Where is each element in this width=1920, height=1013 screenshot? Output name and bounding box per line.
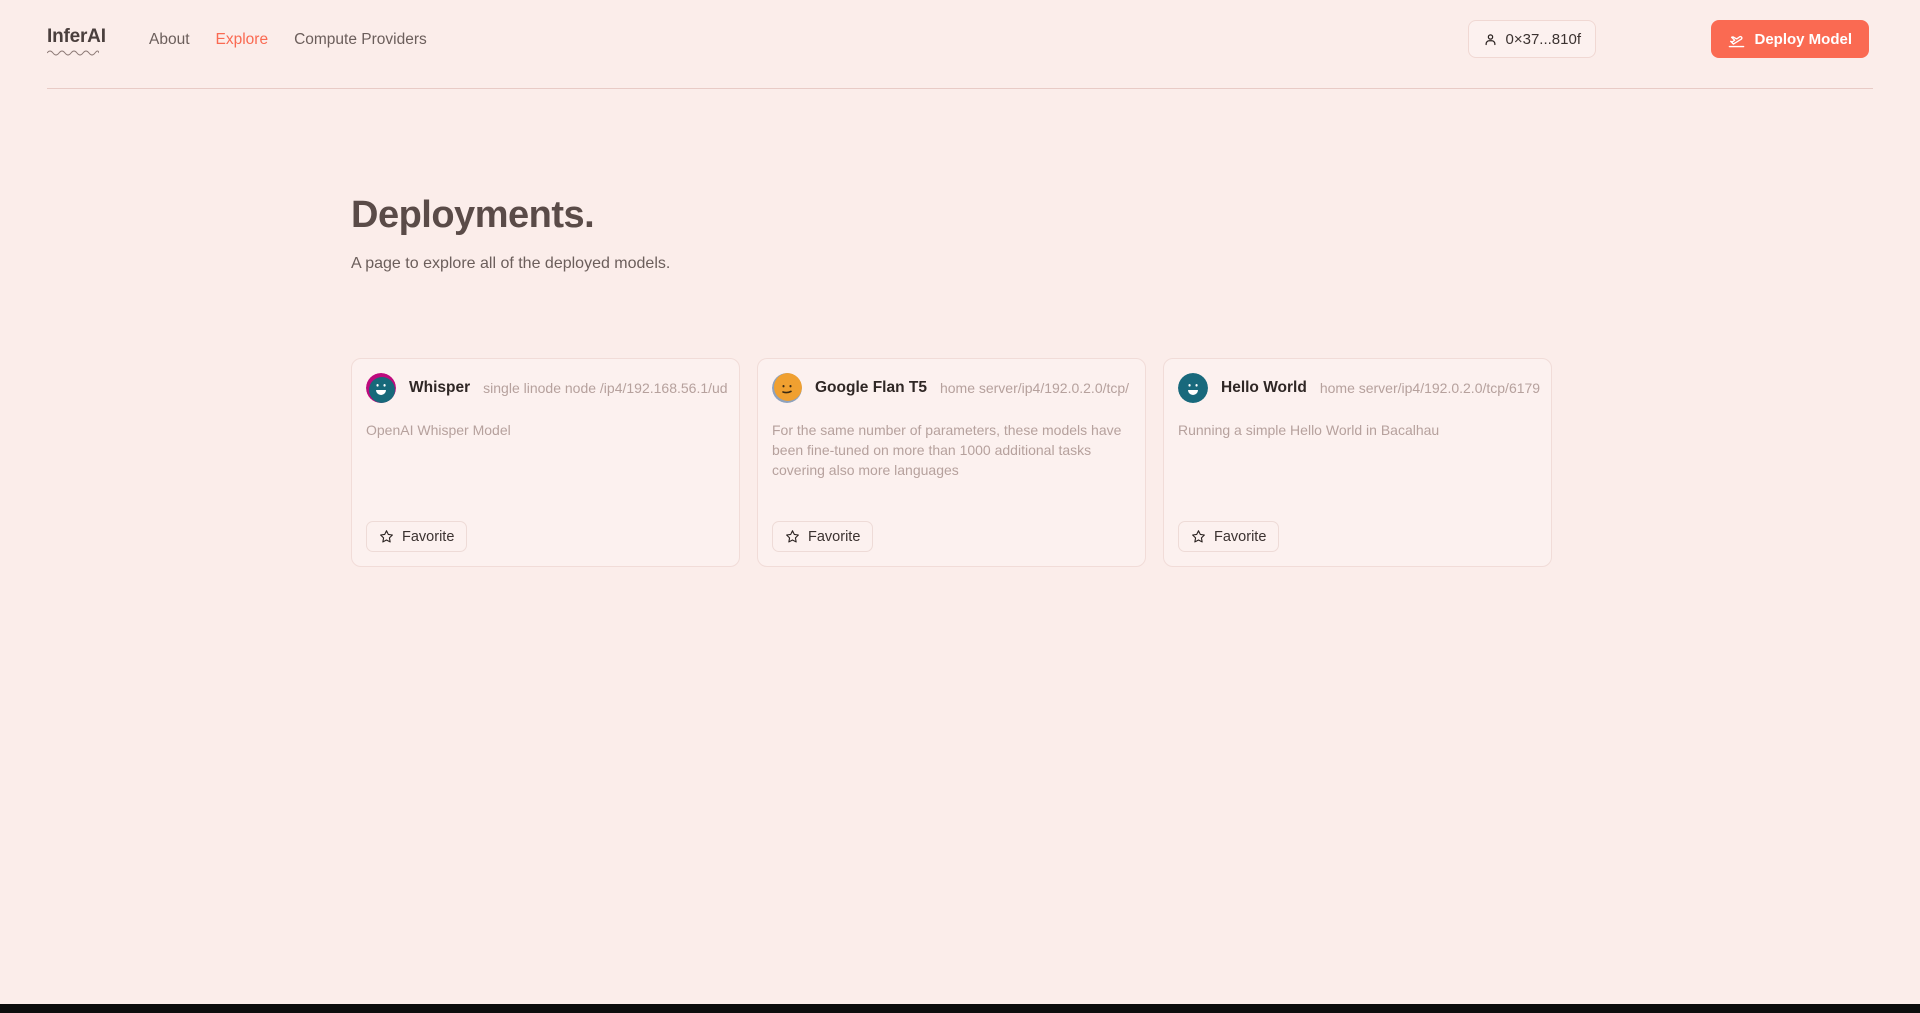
card-header: Hello World home server/ip4/192.0.2.0/tc… [1164, 359, 1551, 403]
whisper-avatar [366, 373, 396, 403]
card-address: single linode node /ip4/192.168.56.1/ud [483, 380, 728, 396]
brand-logo-text: InferAI [47, 26, 106, 47]
deployment-card[interactable]: Hello World home server/ip4/192.0.2.0/tc… [1163, 358, 1552, 567]
browser-bottom-edge [0, 1004, 1920, 1013]
deployment-card-list: Whisper single linode node /ip4/192.168.… [351, 358, 1552, 567]
star-icon [1192, 530, 1205, 543]
card-title: Google Flan T5 [815, 379, 927, 396]
favorite-button[interactable]: Favorite [772, 521, 874, 552]
page-header: Deployments. A page to explore all of th… [351, 193, 670, 275]
brand-logo[interactable]: InferAI [47, 26, 106, 56]
hello-world-avatar [1178, 373, 1208, 403]
star-icon [380, 530, 393, 543]
nav-link-about[interactable]: About [136, 30, 203, 50]
star-icon [786, 530, 799, 543]
card-address: home server/ip4/192.0.2.0/tcp/6179 [1319, 380, 1541, 396]
wavy-underline-icon [47, 50, 99, 56]
favorite-button[interactable]: Favorite [1178, 521, 1280, 552]
favorite-label: Favorite [808, 528, 861, 545]
page-root: InferAI About Explore Compute Providers … [0, 0, 1920, 1013]
card-description: Running a simple Hello World in Bacalhau [1178, 422, 1440, 438]
plane-takeoff-icon [1729, 35, 1745, 47]
card-header: Google Flan T5 home server/ip4/192.0.2.0… [758, 359, 1145, 403]
favorite-button[interactable]: Favorite [366, 521, 468, 552]
nav-links: About Explore Compute Providers [136, 30, 440, 50]
top-navigation-bar: InferAI About Explore Compute Providers … [0, 0, 1920, 89]
page-subtitle: A page to explore all of the deployed mo… [351, 255, 671, 272]
card-description: For the same number of parameters, these… [772, 422, 1122, 478]
favorite-label: Favorite [1214, 528, 1267, 545]
wallet-address-button[interactable]: 0×37...810f [1467, 20, 1596, 58]
favorite-label: Favorite [402, 528, 455, 545]
wallet-address-label: 0×37...810f [1505, 30, 1581, 48]
deploy-model-label: Deploy Model [1754, 30, 1852, 48]
card-header: Whisper single linode node /ip4/192.168.… [352, 359, 739, 403]
deployment-card[interactable]: Whisper single linode node /ip4/192.168.… [351, 358, 740, 567]
card-address: home server/ip4/192.0.2.0/tcp/ [939, 380, 1130, 396]
nav-link-compute-providers[interactable]: Compute Providers [281, 30, 440, 50]
google-flan-t5-avatar [772, 373, 802, 403]
deployment-card[interactable]: Google Flan T5 home server/ip4/192.0.2.0… [757, 358, 1146, 567]
page-title: Deployments. [351, 194, 595, 236]
user-icon [1485, 33, 1496, 45]
card-title: Hello World [1221, 379, 1307, 396]
card-description: OpenAI Whisper Model [366, 422, 511, 438]
card-title: Whisper [409, 379, 471, 396]
nav-divider [47, 88, 1873, 89]
deploy-model-button[interactable]: Deploy Model [1711, 20, 1869, 58]
nav-link-explore[interactable]: Explore [203, 30, 282, 50]
